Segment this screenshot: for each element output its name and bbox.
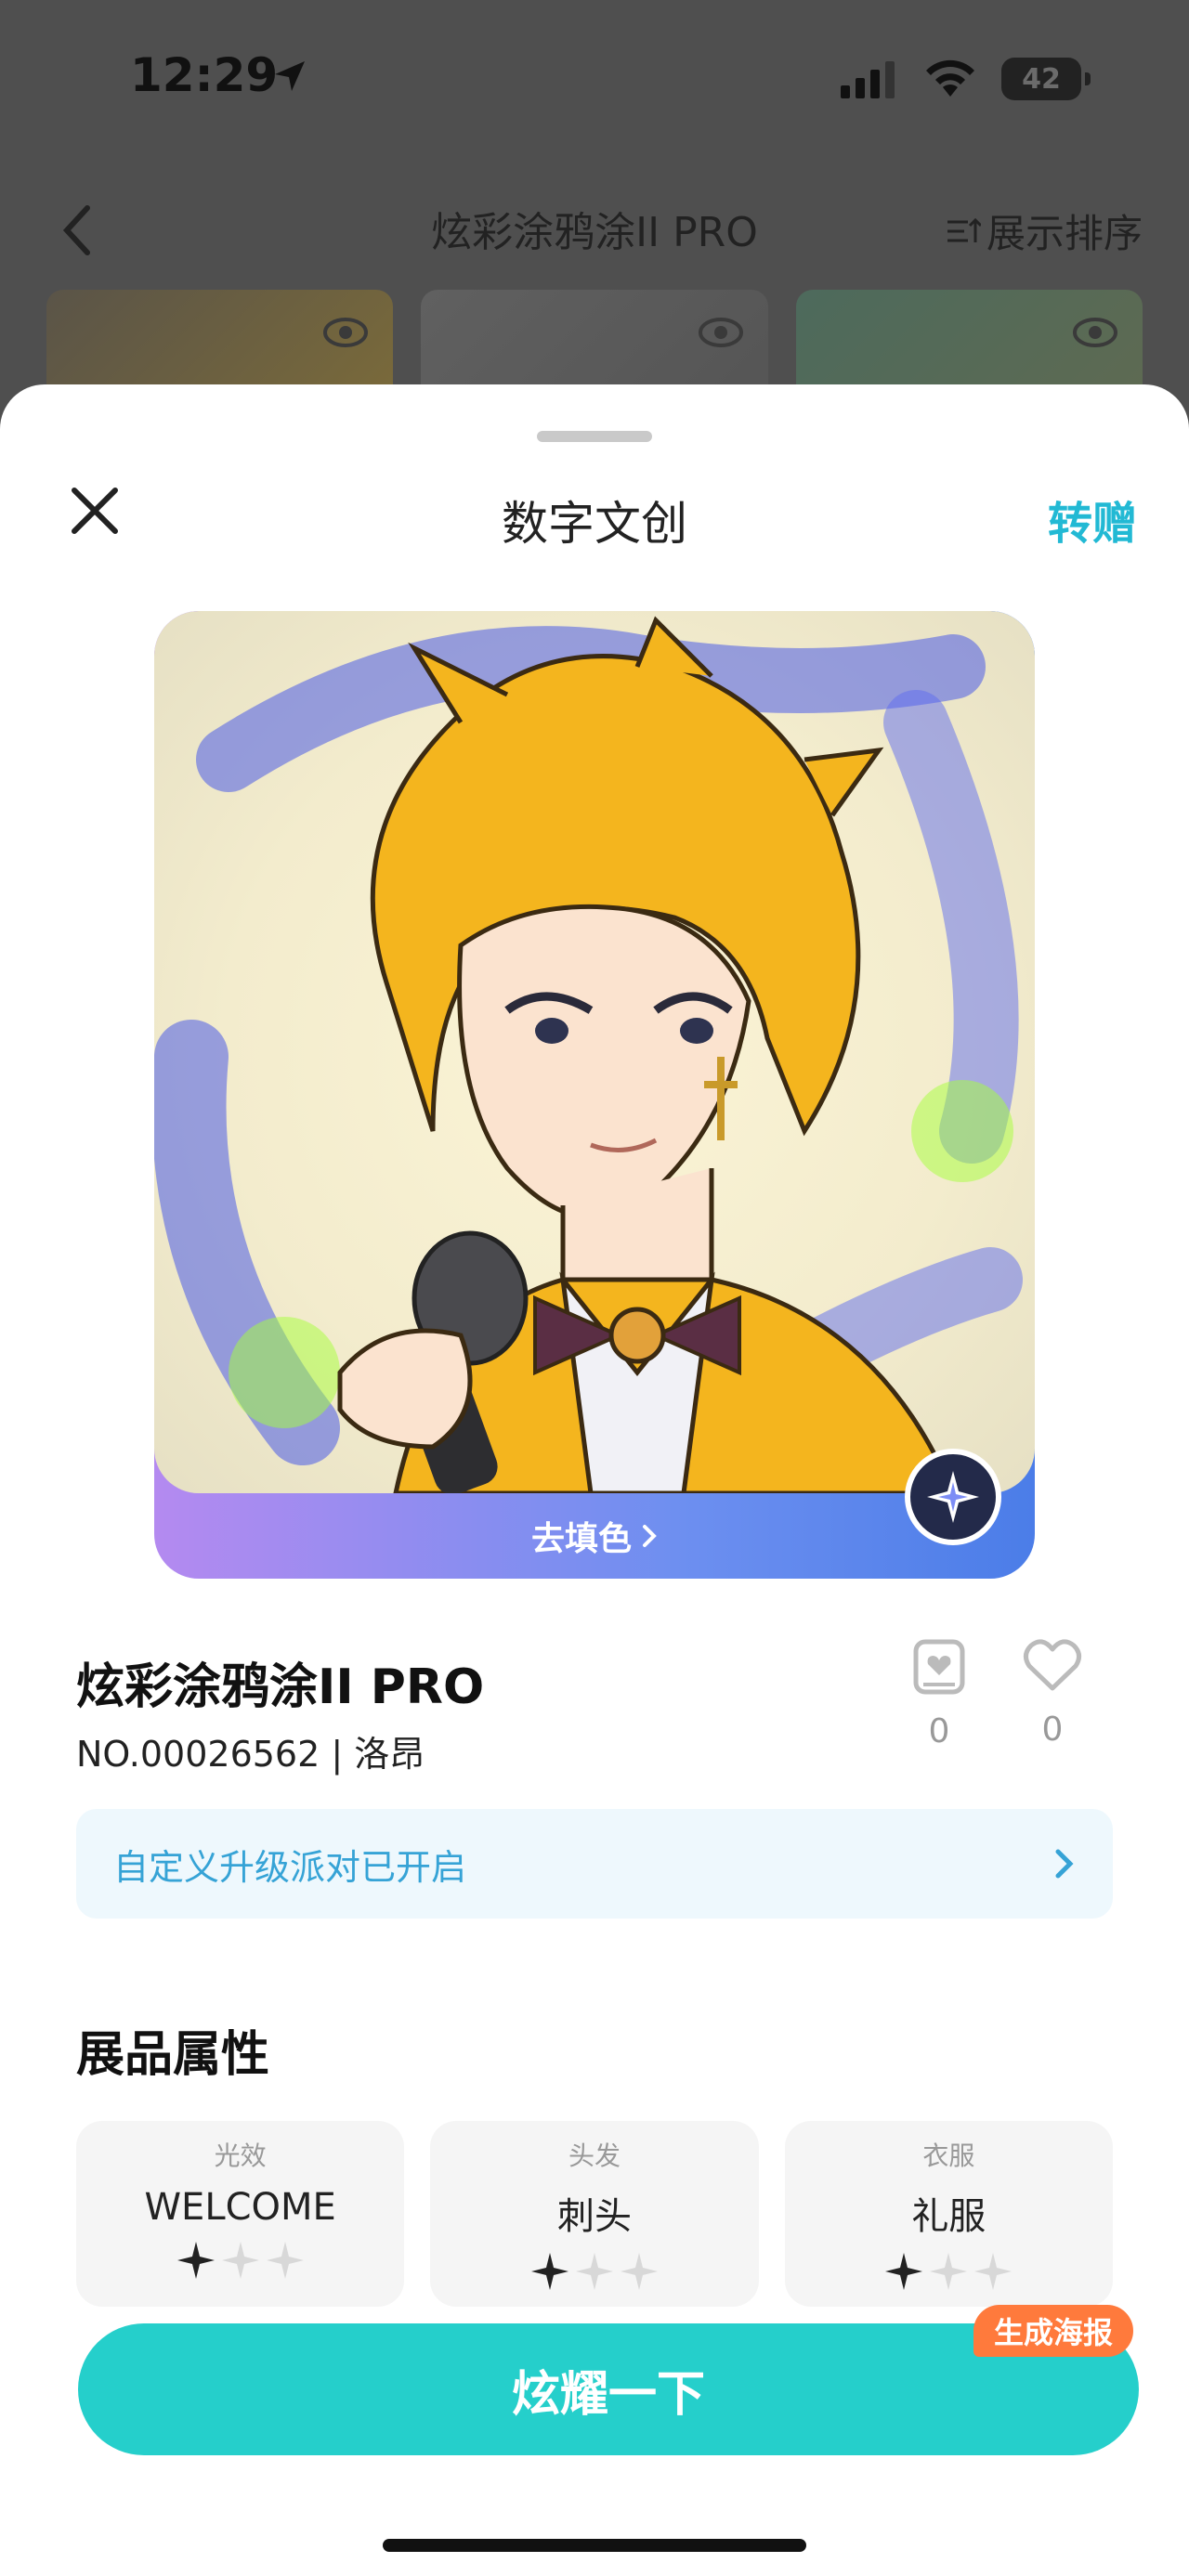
artwork-card: 去填色 — [154, 611, 1035, 1579]
collect-card-icon — [913, 1639, 965, 1695]
section-title: 展品属性 — [76, 2027, 270, 2083]
status-bar: 12:29 42 — [0, 0, 1189, 158]
gift-button[interactable]: 转赠 — [1048, 487, 1137, 552]
location-arrow-icon — [275, 61, 305, 91]
star-filled-icon — [530, 2253, 568, 2290]
attribute-key: 光效 — [214, 2140, 267, 2171]
product-name: 炫彩涂鸦涂II PRO — [76, 1659, 485, 1715]
artwork-image[interactable] — [154, 611, 1035, 1493]
star-empty-icon — [221, 2242, 259, 2279]
banner-text: 自定义升级派对已开启 — [113, 1846, 467, 1888]
attribute-stars — [430, 2251, 758, 2292]
star-empty-icon — [266, 2242, 304, 2279]
eye-icon[interactable] — [698, 314, 744, 351]
collect-stat[interactable]: 0 — [897, 1638, 981, 1750]
attribute-stars — [785, 2251, 1113, 2292]
star-empty-icon — [974, 2253, 1013, 2290]
attribute-card: 光效 WELCOME — [76, 2121, 405, 2307]
attribute-key: 头发 — [568, 2140, 621, 2171]
sort-icon — [947, 217, 981, 242]
cellular-signal-icon — [841, 61, 895, 98]
sort-label: 展示排序 — [986, 211, 1143, 256]
wifi-icon — [926, 59, 974, 97]
background-page: 12:29 42 炫彩涂鸦涂II PRO 展示排序 — [0, 0, 1189, 427]
like-stat[interactable]: 0 — [1011, 1638, 1094, 1749]
like-count: 0 — [1041, 1711, 1064, 1749]
attribute-card: 头发 刺头 — [430, 2121, 759, 2307]
chevron-right-icon — [643, 1525, 657, 1547]
heart-icon — [1024, 1639, 1081, 1691]
collect-count: 0 — [928, 1712, 950, 1750]
attribute-card: 衣服 礼服 — [784, 2121, 1113, 2307]
star-empty-icon — [930, 2253, 968, 2290]
attribute-value: 礼服 — [911, 2195, 986, 2238]
sheet-grabber[interactable] — [537, 431, 652, 442]
star-filled-icon — [885, 2253, 923, 2290]
chevron-right-icon — [1055, 1849, 1074, 1879]
sort-button[interactable]: 展示排序 — [944, 202, 1143, 259]
product-number: NO.00026562 | 洛昂 — [76, 1734, 425, 1775]
fill-color-label: 去填色 — [530, 1520, 632, 1558]
star-filled-icon — [176, 2242, 215, 2279]
detail-sheet: 数字文创 转赠 去填色 炫彩涂鸦涂II PRO NO.00026562 | 洛昂… — [0, 384, 1189, 2576]
status-time: 12:29 — [130, 48, 279, 102]
star-empty-icon — [620, 2253, 658, 2290]
upgrade-party-banner[interactable]: 自定义升级派对已开启 — [76, 1809, 1113, 1919]
attribute-stars — [76, 2240, 404, 2281]
eye-icon[interactable] — [1072, 314, 1118, 351]
star-empty-icon — [575, 2253, 613, 2290]
attribute-value: WELCOME — [144, 2186, 336, 2229]
home-indicator — [383, 2539, 806, 2552]
battery-indicator: 42 — [1001, 58, 1091, 100]
attribute-value: 刺头 — [556, 2195, 632, 2238]
sheet-title: 数字文创 — [502, 497, 687, 551]
eye-icon[interactable] — [322, 314, 369, 351]
fill-color-link[interactable]: 去填色 — [154, 1493, 1035, 1579]
attribute-key: 衣服 — [922, 2140, 975, 2171]
generate-poster-tag[interactable]: 生成海报 — [973, 2305, 1134, 2357]
attribute-list: 光效 WELCOME 头发 刺头 衣服 礼服 — [76, 2121, 1113, 2307]
